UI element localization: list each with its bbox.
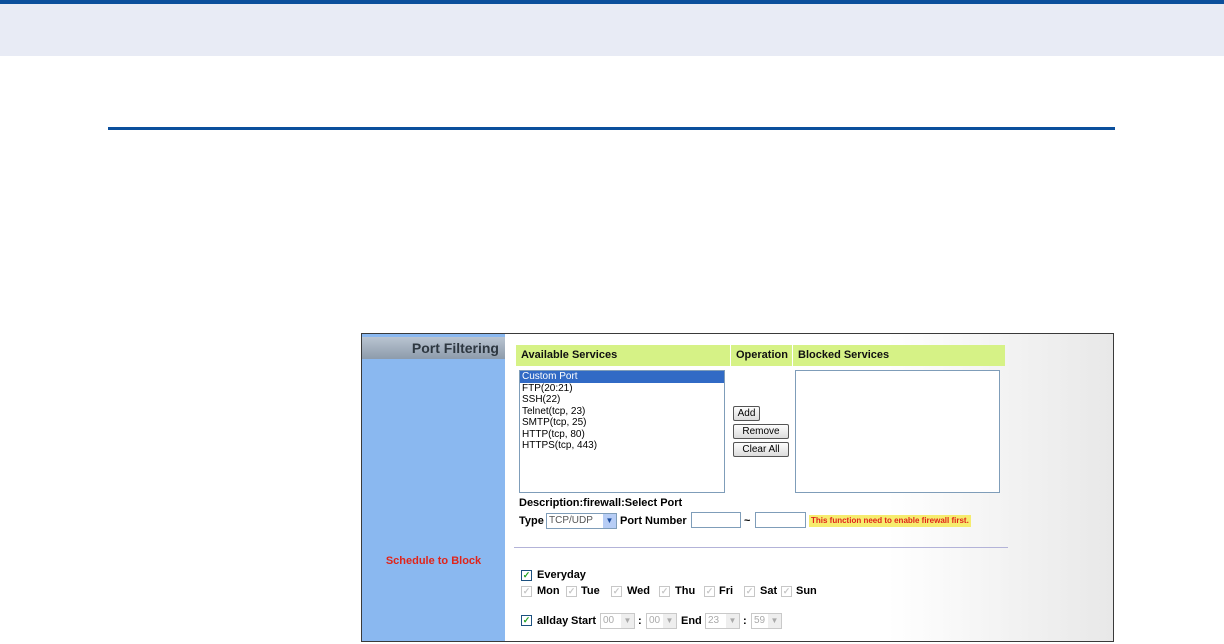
available-services-list[interactable]: Custom Port FTP(20:21) SSH(22) Telnet(tc… <box>519 370 725 493</box>
day-label-thu: Thu <box>675 585 696 597</box>
sidebar: Port Filtering Schedule to Block <box>362 334 505 641</box>
list-item[interactable]: Telnet(tcp, 23) <box>520 406 724 418</box>
type-label: Type <box>519 515 544 527</box>
available-services-header: Available Services <box>516 345 730 366</box>
list-item[interactable]: SSH(22) <box>520 394 724 406</box>
day-checkbox-mon[interactable]: ✓ <box>521 586 532 597</box>
list-item[interactable]: HTTPS(tcp, 443) <box>520 440 724 452</box>
day-label-wed: Wed <box>627 585 651 597</box>
allday-checkbox[interactable]: ✓ <box>521 615 532 626</box>
divider <box>514 547 1008 548</box>
blocked-services-header: Blocked Services <box>793 345 1005 366</box>
tilde-separator: ~ <box>744 515 751 527</box>
time-colon: : <box>638 615 642 627</box>
start-hour-select[interactable]: 00 ▼ <box>600 613 635 629</box>
port-filtering-panel: Port Filtering Schedule to Block Availab… <box>361 333 1114 642</box>
start-hour-value: 00 <box>603 615 615 626</box>
type-select[interactable]: TCP/UDP ▼ <box>546 513 617 529</box>
everyday-checkbox[interactable]: ✓ <box>521 570 532 581</box>
header-band <box>0 4 1224 56</box>
allday-label: allday <box>537 615 569 627</box>
port-from-input[interactable] <box>691 512 741 528</box>
list-item[interactable]: HTTP(tcp, 80) <box>520 429 724 441</box>
add-button[interactable]: Add <box>733 406 760 421</box>
start-minute-value: 00 <box>649 615 661 626</box>
chevron-down-icon: ▼ <box>621 614 634 628</box>
everyday-label: Everyday <box>537 569 586 581</box>
section-rule <box>108 127 1115 130</box>
port-to-input[interactable] <box>755 512 806 528</box>
list-item[interactable]: FTP(20:21) <box>520 383 724 395</box>
blocked-services-list[interactable] <box>795 370 1000 493</box>
end-minute-select[interactable]: 59 ▼ <box>751 613 782 629</box>
day-label-sun: Sun <box>796 585 817 597</box>
day-label-sat: Sat <box>760 585 778 597</box>
day-checkbox-wed[interactable]: ✓ <box>611 586 622 597</box>
day-checkbox-sat[interactable]: ✓ <box>744 586 755 597</box>
firewall-warning: This function need to enable firewall fi… <box>809 515 971 527</box>
description-text: Description:firewall:Select Port <box>519 497 683 509</box>
port-number-label: Port Number <box>620 515 687 527</box>
chevron-down-icon: ▼ <box>726 614 739 628</box>
end-hour-select[interactable]: 23 ▼ <box>705 613 740 629</box>
day-label-fri: Fri <box>719 585 734 597</box>
day-label-tue: Tue <box>581 585 600 597</box>
section-title: Port Filtering <box>362 337 505 359</box>
remove-button[interactable]: Remove <box>733 424 789 439</box>
end-minute-value: 59 <box>754 615 766 626</box>
type-select-value: TCP/UDP <box>549 515 593 526</box>
chevron-down-icon: ▼ <box>663 614 676 628</box>
time-colon: : <box>743 615 747 627</box>
clear-all-button[interactable]: Clear All <box>733 442 789 457</box>
end-hour-value: 23 <box>708 615 720 626</box>
start-minute-select[interactable]: 00 ▼ <box>646 613 677 629</box>
chevron-down-icon: ▼ <box>768 614 781 628</box>
chevron-down-icon: ▼ <box>603 514 616 528</box>
day-checkbox-fri[interactable]: ✓ <box>704 586 715 597</box>
schedule-label: Schedule to Block <box>385 555 482 567</box>
list-item[interactable]: Custom Port <box>520 371 724 383</box>
list-item[interactable]: SMTP(tcp, 25) <box>520 417 724 429</box>
day-checkbox-thu[interactable]: ✓ <box>659 586 670 597</box>
day-label-mon: Mon <box>537 585 560 597</box>
end-label: End <box>681 615 702 627</box>
day-checkbox-sun[interactable]: ✓ <box>781 586 792 597</box>
start-label: Start <box>571 615 597 627</box>
day-checkbox-tue[interactable]: ✓ <box>566 586 577 597</box>
operation-header: Operation <box>731 345 792 366</box>
